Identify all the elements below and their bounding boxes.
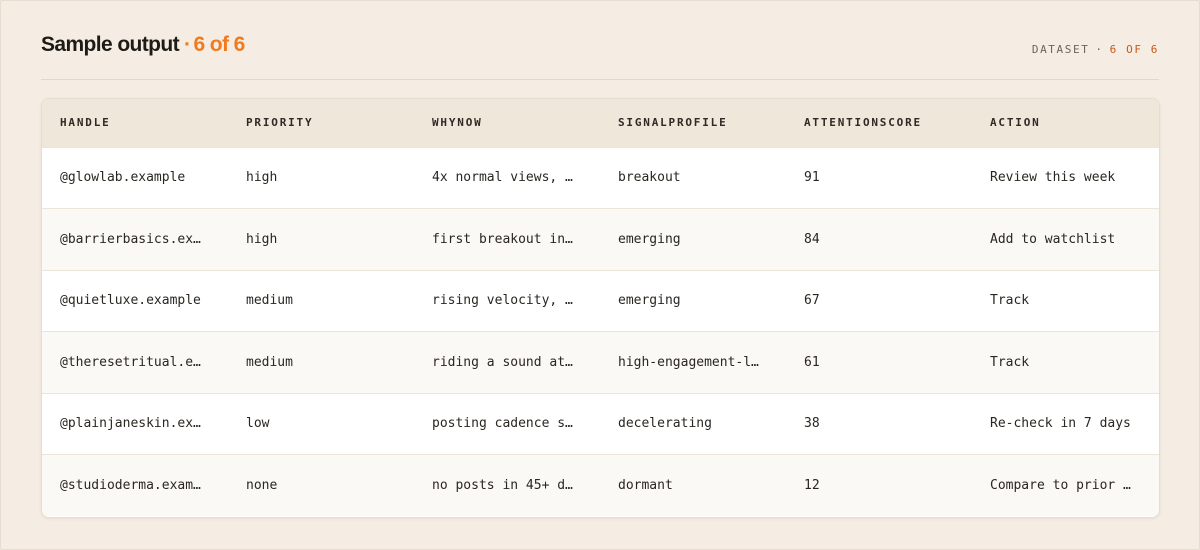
page-title: Sample output · 6 of 6 (41, 33, 245, 57)
cell-whynow: posting cadence s… (432, 416, 573, 432)
header-divider (41, 79, 1159, 80)
cell-signalprofile: dormant (618, 478, 673, 493)
title-count: 6 of 6 (193, 33, 245, 56)
cell-action: Track (990, 293, 1030, 309)
cell-signalprofile: emerging (618, 293, 681, 309)
cell-whynow: first breakout in… (432, 231, 573, 247)
cell-action: Add to watchlist (990, 231, 1116, 247)
cell-handle: @plainjaneskin.ex… (60, 416, 201, 432)
cell-priority: none (246, 478, 278, 493)
column-header-signalprofile: SIGNALPROFILE (618, 116, 728, 130)
column-header-action: ACTION (990, 116, 1041, 130)
cell-signalprofile: emerging (618, 231, 681, 247)
cell-handle: @quietluxe.example (60, 293, 201, 309)
column-header-handle: HANDLE (60, 116, 111, 130)
table-row: @quietluxe.example medium rising velocit… (42, 270, 1159, 332)
dataset-label: DATASET (1031, 43, 1090, 56)
dataset-separator: · (1095, 43, 1104, 56)
page-header: Sample output · 6 of 6 DATASET · 6 OF 6 (41, 33, 1159, 63)
title-separator: · (184, 33, 191, 56)
cell-handle: @barrierbasics.ex… (60, 231, 201, 247)
cell-action: Track (990, 354, 1030, 370)
table-row: @plainjaneskin.ex… low posting cadence s… (42, 393, 1159, 455)
cell-signalprofile: breakout (618, 170, 681, 186)
cell-attentionscore: 91 (804, 170, 820, 186)
cell-handle: @theresetritual.e… (60, 354, 201, 370)
results-table-card: HANDLE PRIORITY WHYNOW SIGNALPROFILE ATT… (41, 98, 1160, 518)
cell-whynow: no posts in 45+ d… (432, 478, 573, 493)
table-row: @glowlab.example high 4x normal views, …… (42, 147, 1159, 209)
table-row: @studioderma.exam… none no posts in 45+ … (42, 454, 1159, 516)
dataset-count: 6 OF 6 (1109, 43, 1159, 56)
table-row: @theresetritual.e… medium riding a sound… (42, 331, 1159, 393)
column-header-priority: PRIORITY (246, 116, 314, 130)
column-header-whynow: WHYNOW (432, 116, 483, 130)
cell-priority: high (246, 170, 278, 186)
cell-action: Compare to prior … (990, 478, 1131, 493)
cell-attentionscore: 61 (804, 354, 820, 370)
cell-priority: high (246, 231, 278, 247)
cell-whynow: rising velocity, … (432, 293, 573, 309)
cell-attentionscore: 38 (804, 416, 820, 432)
table-body: @glowlab.example high 4x normal views, …… (42, 147, 1159, 516)
cell-priority: low (246, 416, 270, 432)
results-table: HANDLE PRIORITY WHYNOW SIGNALPROFILE ATT… (42, 99, 1159, 516)
cell-attentionscore: 12 (804, 478, 820, 493)
cell-whynow: 4x normal views, … (432, 170, 573, 186)
title-text: Sample output (41, 33, 180, 56)
cell-attentionscore: 67 (804, 293, 820, 309)
cell-signalprofile: high-engagement-l… (618, 354, 759, 370)
cell-priority: medium (246, 293, 293, 309)
cell-attentionscore: 84 (804, 231, 820, 247)
cell-priority: medium (246, 354, 293, 370)
cell-handle: @studioderma.exam… (60, 478, 201, 493)
table-header-row: HANDLE PRIORITY WHYNOW SIGNALPROFILE ATT… (42, 99, 1159, 147)
cell-handle: @glowlab.example (60, 170, 186, 186)
cell-action: Re-check in 7 days (990, 416, 1131, 432)
cell-signalprofile: decelerating (618, 416, 712, 432)
table-header: HANDLE PRIORITY WHYNOW SIGNALPROFILE ATT… (42, 99, 1159, 147)
cell-action: Review this week (990, 170, 1116, 186)
dataset-indicator: DATASET · 6 OF 6 (1032, 43, 1159, 56)
table-row: @barrierbasics.ex… high first breakout i… (42, 208, 1159, 270)
cell-whynow: riding a sound at… (432, 354, 573, 370)
column-header-attentionscore: ATTENTIONSCORE (804, 116, 922, 130)
